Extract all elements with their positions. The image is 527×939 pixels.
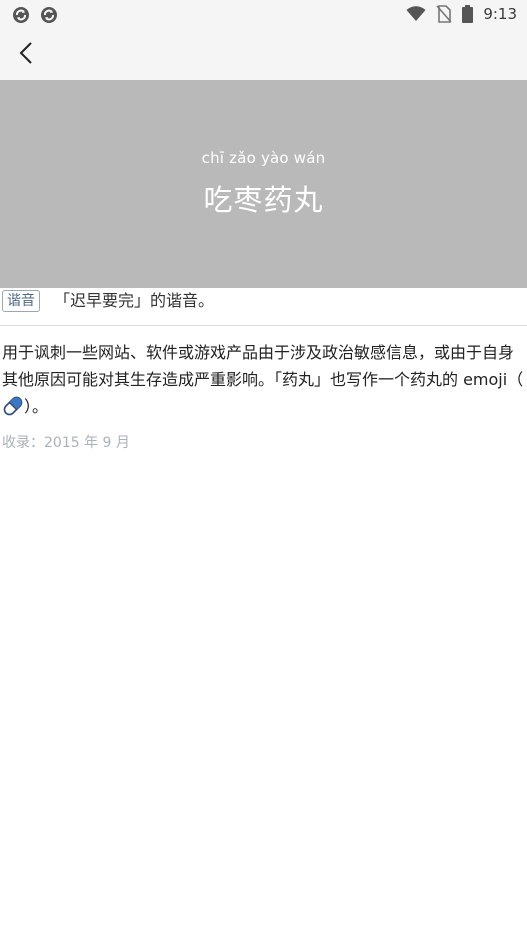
- app-bar: [0, 30, 527, 80]
- back-arrow-icon: [19, 41, 33, 69]
- status-bar: 9:13: [0, 0, 527, 30]
- status-right-icons: 9:13: [406, 5, 517, 23]
- description-body: 用于讽刺一些网站、软件或游戏产品由于涉及政治敏感信息，或由于自身其他原因可能对其…: [2, 343, 524, 389]
- back-button[interactable]: [12, 39, 40, 71]
- status-left-icons: [12, 6, 58, 24]
- tag-row: 谐音 「迟早要完」的谐音。: [0, 289, 527, 325]
- pinyin-text: chī zǎo yào wán: [201, 149, 326, 167]
- description-text: 用于讽刺一些网站、软件或游戏产品由于涉及政治敏感信息，或由于自身其他原因可能对其…: [2, 339, 524, 420]
- battery-icon: [462, 5, 474, 23]
- wifi-icon: [406, 6, 426, 22]
- divider: [0, 325, 527, 326]
- clock: 9:13: [483, 5, 517, 23]
- hero-banner: chī zǎo yào wán 吃枣药丸: [0, 80, 527, 288]
- sync-icon: [12, 6, 30, 24]
- category-badge[interactable]: 谐音: [2, 290, 40, 312]
- record-date: 收录：2015 年 9 月: [2, 435, 130, 451]
- pill-icon: [2, 396, 24, 416]
- entry-title: 吃枣药丸: [203, 183, 324, 217]
- tag-explanation: 「迟早要完」的谐音。: [54, 291, 215, 310]
- sync-icon: [40, 6, 58, 24]
- description-tail: ）。: [24, 397, 49, 416]
- no-sim-icon: [436, 5, 452, 23]
